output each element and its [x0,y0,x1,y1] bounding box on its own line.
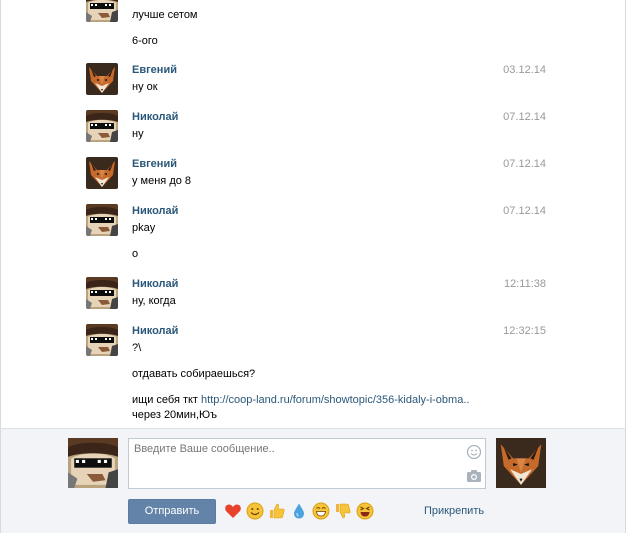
message-input-box [128,438,486,489]
avatar-nikolai[interactable] [86,0,118,22]
drop-emoji-icon[interactable] [290,502,308,520]
author-name[interactable]: Николай [132,205,178,217]
grin-emoji-icon[interactable] [312,502,330,520]
message-time[interactable]: 07.12.14 [486,158,546,170]
thumbs-up-emoji-icon[interactable] [268,502,286,520]
author-name[interactable]: Евгений [132,158,177,170]
avatar-nikolai[interactable] [86,110,118,142]
message-text: ну, когда [132,295,176,307]
message-text: 6-ого [132,35,158,47]
composer-left-border [0,429,1,533]
message-prefix: ищи себя ткт [132,394,202,406]
message-text: отдавать собираешься? [132,368,256,380]
message-time[interactable]: 07.12.14 [486,111,546,123]
smile-emoji-icon[interactable] [246,502,264,520]
message-history[interactable]: лучше сетом 6-ого Евгений 03.12.14 ну ок… [0,0,626,428]
camera-icon[interactable] [466,469,482,483]
message-text: у меня до 8 [132,175,192,187]
emoji-picker-icon[interactable] [466,444,482,460]
message-input[interactable] [129,439,459,488]
avatar-evgeniy[interactable] [86,63,118,95]
message-text: ?\ [132,342,142,354]
heart-emoji-icon[interactable] [224,502,242,520]
message-text: через 20мин,Юъ [132,409,218,421]
message-time[interactable]: 03.12.14 [486,64,546,76]
avatar-nikolai[interactable] [86,277,118,309]
message-text: ну [132,128,144,140]
message-composer: Отправить Прикрепить [0,428,626,533]
message-time[interactable]: 12:11:38 [486,278,546,290]
message-text: ну ок [132,81,158,93]
attach-button[interactable]: Прикрепить [424,505,484,517]
message-time[interactable]: 12:32:15 [486,325,546,337]
message-text: ищи себя ткт http://coop-land.ru/forum/s… [132,394,469,406]
message-text: pkay [132,222,156,234]
message-text: о [132,248,139,260]
author-name[interactable]: Николай [132,111,178,123]
laugh-emoji-icon[interactable] [356,502,374,520]
thumbs-down-emoji-icon[interactable] [334,502,352,520]
send-button[interactable]: Отправить [128,499,216,524]
avatar-nikolai[interactable] [86,204,118,236]
message-link[interactable]: http://coop-land.ru/forum/showtopic/356-… [201,394,469,406]
my-avatar[interactable] [68,438,118,488]
history-left-border [0,0,1,428]
avatar-evgeniy[interactable] [86,157,118,189]
peer-avatar[interactable] [496,438,546,488]
author-name[interactable]: Евгений [132,64,177,76]
message-time[interactable]: 07.12.14 [486,205,546,217]
message-text: лучше сетом [132,9,198,21]
author-name[interactable]: Николай [132,325,178,337]
avatar-nikolai[interactable] [86,324,118,356]
author-name[interactable]: Николай [132,278,178,290]
